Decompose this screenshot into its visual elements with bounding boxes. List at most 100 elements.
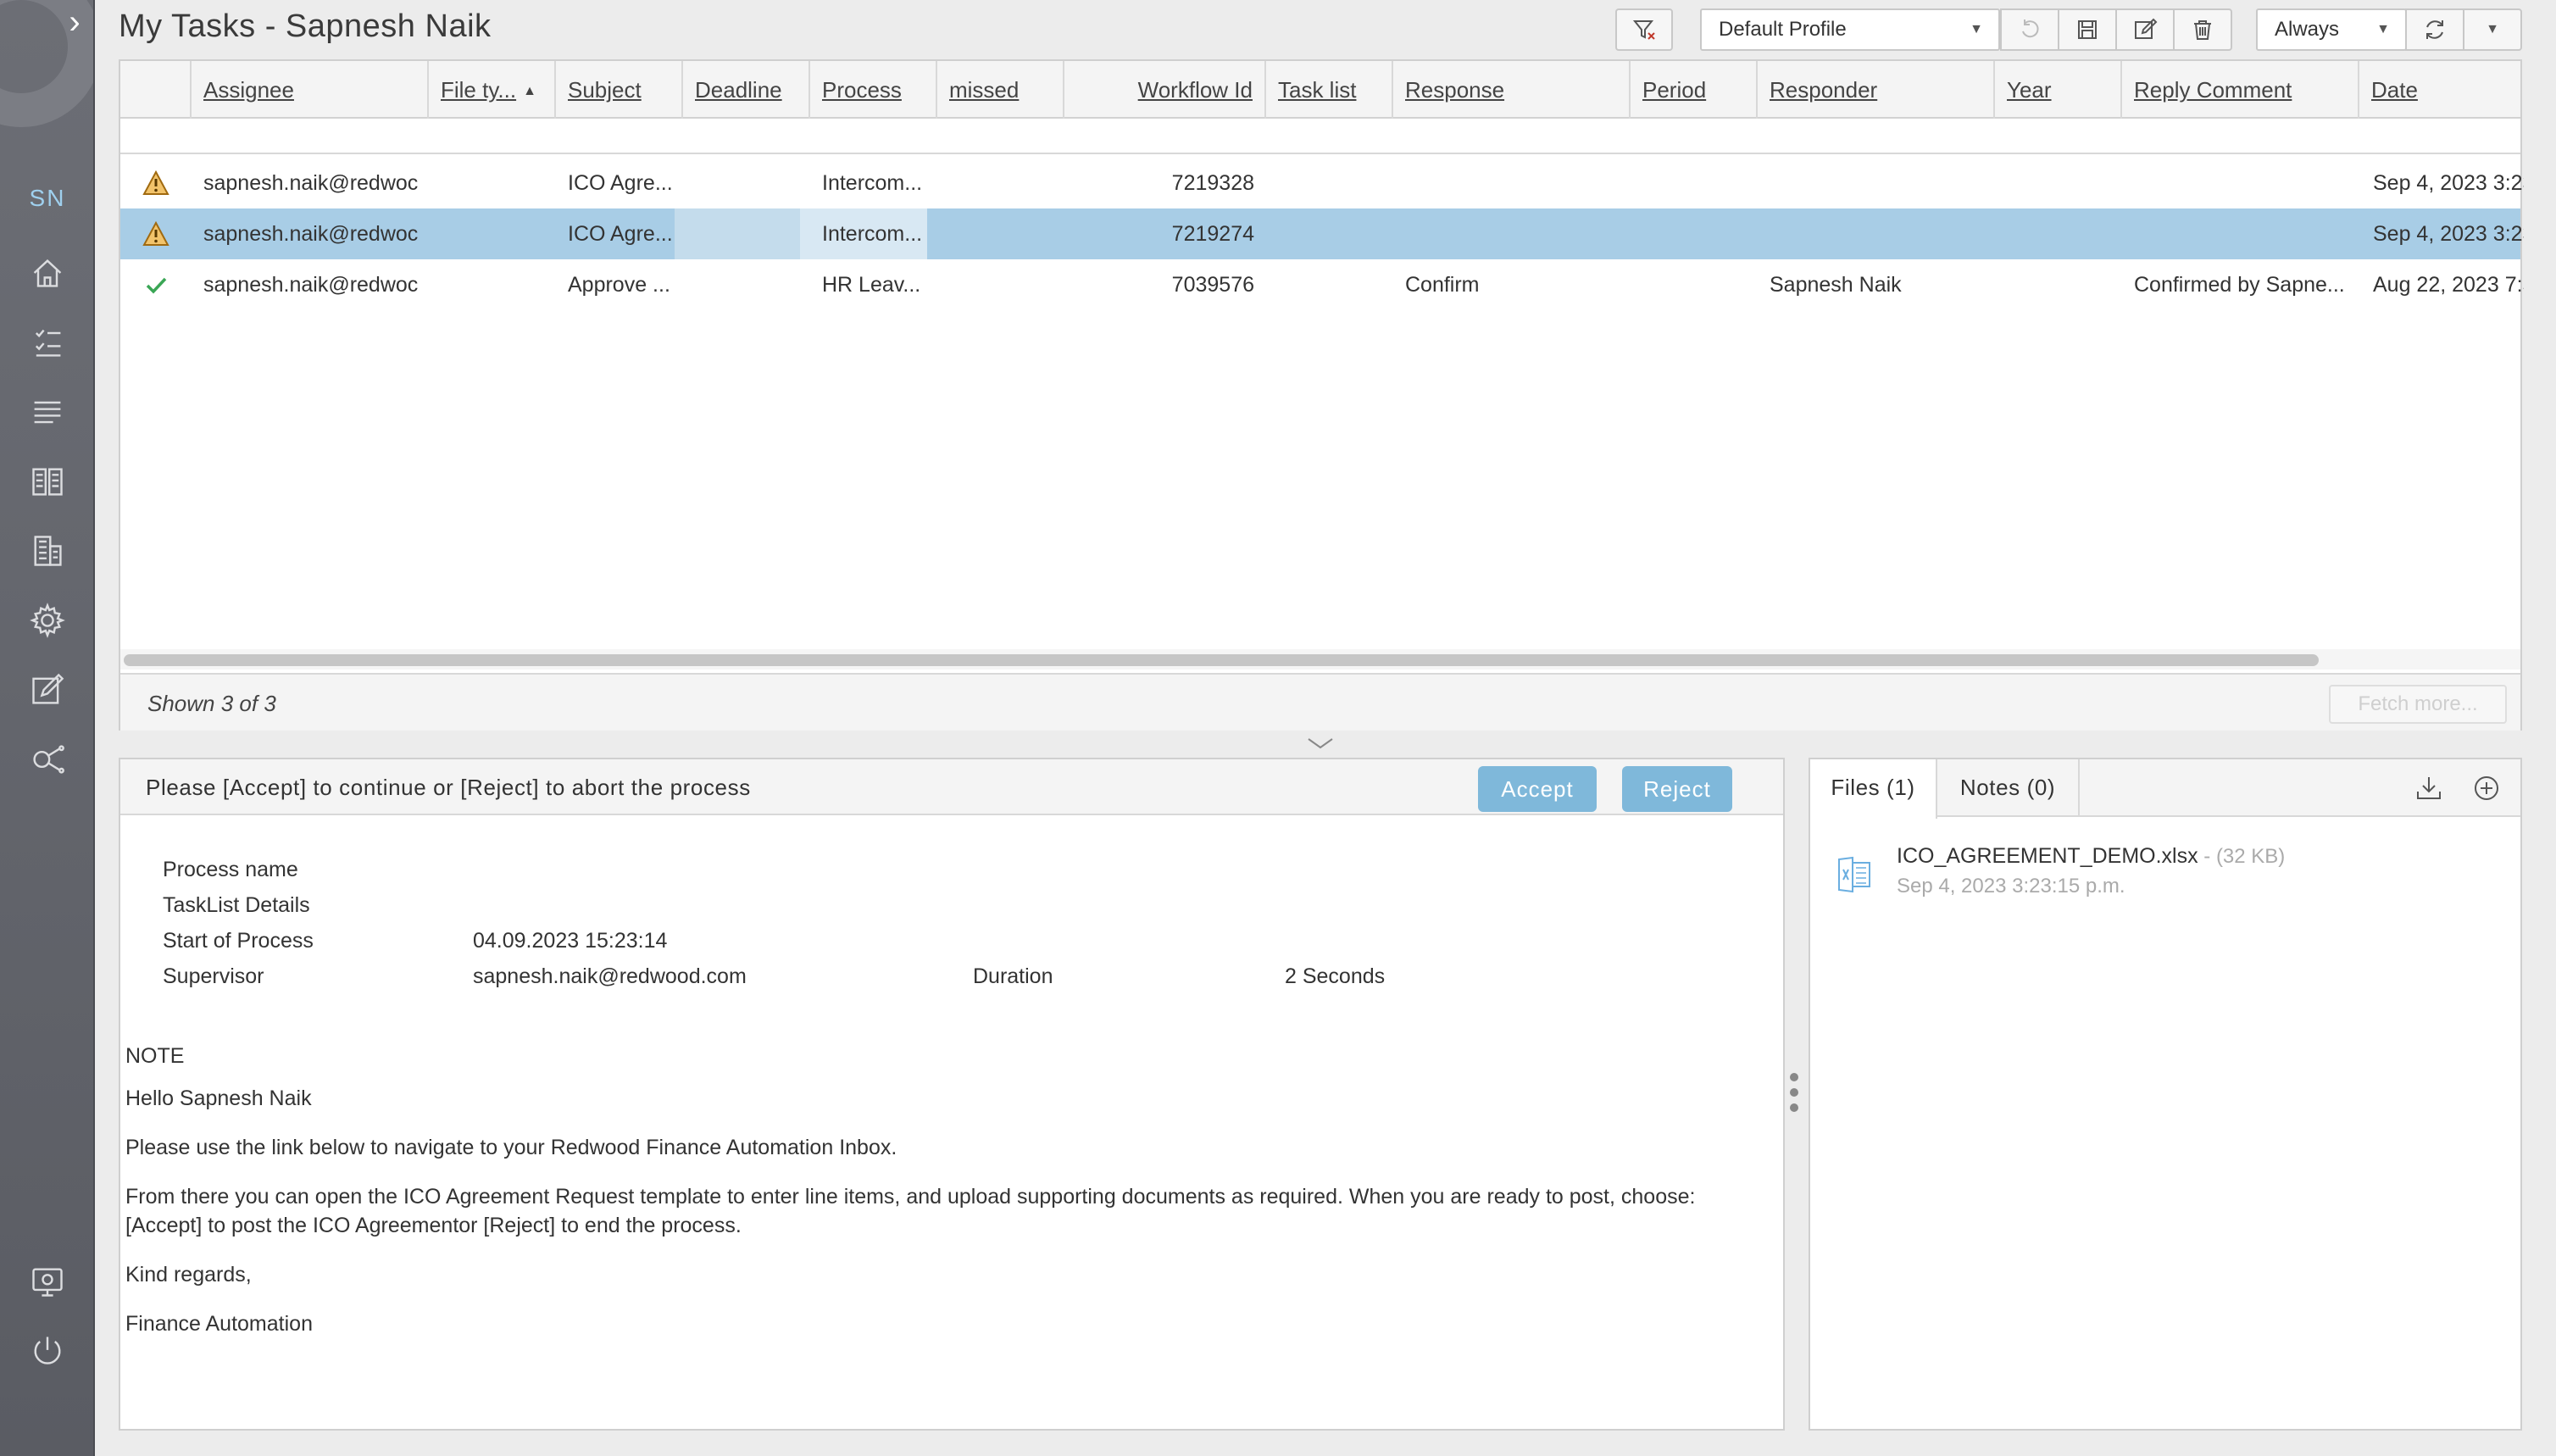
chevron-down-icon: ▼ (1970, 22, 1983, 36)
column-header-reply-comment[interactable]: Reply Comment (2122, 61, 2359, 119)
column-header-missed[interactable]: missed (937, 61, 1064, 119)
logout-power-icon[interactable] (22, 1325, 73, 1376)
note-greeting: Hello Sapnesh Naik (125, 1086, 312, 1110)
cell-subject: ICO Agre... (568, 171, 673, 195)
cell-assignee: sapnesh.naik@redwoc (203, 222, 419, 246)
tab-notes[interactable]: Notes (0) (1937, 759, 2080, 817)
horizontal-scrollbar[interactable] (120, 649, 2520, 670)
home-icon[interactable] (22, 247, 73, 298)
column-header-year[interactable]: Year (1995, 61, 2122, 119)
cell-reply-comment (2134, 208, 2354, 259)
column-header-deadline[interactable]: Deadline (683, 61, 810, 119)
system-settings-icon[interactable] (22, 1256, 73, 1307)
column-header-process[interactable]: Process (810, 61, 937, 119)
cell-reply-comment (2134, 158, 2354, 208)
task-grid: Assignee File ty... ▲ Subject Deadline Pr… (119, 59, 2524, 731)
cell-assignee: sapnesh.naik@redwoc (203, 171, 419, 195)
supervisor-label: Supervisor (163, 964, 264, 988)
column-header-assignee[interactable]: Assignee (192, 61, 429, 119)
column-header-file-type[interactable]: File ty... ▲ (429, 61, 556, 119)
task-detail-panel: Please [Accept] to continue or [Reject] … (119, 758, 1785, 1431)
chevron-down-icon: ▼ (2376, 22, 2390, 36)
collapse-chevron-icon[interactable] (1305, 731, 1336, 756)
tasks-icon[interactable] (22, 317, 73, 368)
start-of-process-label: Start of Process (163, 929, 314, 953)
cell-response: Confirm (1405, 273, 1480, 297)
grid-footer: Shown 3 of 3 Fetch more... (120, 673, 2520, 731)
warning-icon (142, 220, 169, 246)
grid-filter-row[interactable] (120, 120, 2520, 154)
reject-button[interactable]: Reject (1622, 766, 1732, 812)
refresh-button[interactable] (2405, 8, 2464, 51)
note-heading: NOTE (125, 1044, 185, 1068)
sort-ascending-icon: ▲ (523, 84, 536, 98)
cell-subject: Approve ... (568, 273, 670, 297)
column-header-subject[interactable]: Subject (556, 61, 683, 119)
save-button[interactable] (2058, 8, 2117, 51)
undo-icon (2022, 19, 2039, 38)
clear-filter-button[interactable] (1615, 8, 1673, 51)
cell-date: Aug 22, 2023 7:5 (2373, 273, 2524, 297)
delete-profile-button[interactable] (2173, 8, 2232, 51)
save-icon (2078, 20, 2097, 39)
refresh-options-button[interactable]: ▼ (2463, 8, 2522, 51)
action-bar: Please [Accept] to continue or [Reject] … (120, 759, 1783, 815)
edit-form-icon[interactable] (22, 664, 73, 715)
table-row[interactable]: sapnesh.naik@redwoc ICO Agre... Intercom… (120, 158, 2524, 208)
refresh-interval-select[interactable]: Always ▼ (2256, 8, 2407, 51)
scrollbar-thumb[interactable] (124, 654, 2319, 666)
file-list-item[interactable]: ICO_AGREEMENT_DEMO.xlsx - (32 KB) Sep 4,… (1834, 844, 2495, 912)
side-navigation: › SN (0, 0, 95, 1456)
note-regards: Kind regards, (125, 1263, 252, 1287)
cell-response (1405, 158, 1625, 208)
column-header-task-list[interactable]: Task list (1266, 61, 1393, 119)
cell-response (1405, 208, 1625, 259)
settings-gear-icon[interactable] (22, 595, 73, 646)
download-icon[interactable] (2414, 773, 2444, 803)
column-header-date[interactable]: Date (2359, 61, 2529, 119)
accept-button[interactable]: Accept (1478, 766, 1597, 812)
chevron-down-icon: ▼ (2486, 22, 2499, 36)
file-name[interactable]: ICO_AGREEMENT_DEMO.xlsx - (32 KB) (1897, 844, 2285, 869)
workflow-icon[interactable] (22, 734, 73, 785)
cell-responder (1770, 158, 1990, 208)
trash-icon (2194, 20, 2211, 40)
spreadsheet-file-icon (1838, 856, 1870, 893)
file-date: Sep 4, 2023 3:23:15 p.m. (1897, 875, 2125, 897)
cell-process: HR Leav... (822, 273, 921, 297)
add-file-icon[interactable] (2471, 773, 2502, 803)
table-row[interactable]: sapnesh.naik@redwoc Approve ... HR Leav.… (120, 259, 2524, 310)
user-initials[interactable]: SN (0, 185, 95, 219)
grid-header: Assignee File ty... ▲ Subject Deadline Pr… (120, 61, 2520, 119)
cell-assignee: sapnesh.naik@redwoc (203, 273, 419, 297)
reports-icon[interactable] (22, 456, 73, 507)
tasklist-details-label: TaskList Details (163, 893, 310, 917)
expand-nav-icon[interactable]: › (59, 5, 90, 39)
undo-button[interactable] (2000, 8, 2059, 51)
cell-workflow-id: 7039576 (1171, 273, 1254, 297)
table-row-selected[interactable]: sapnesh.naik@redwoc ICO Agre... Intercom… (120, 208, 2524, 259)
list-icon[interactable] (22, 386, 73, 437)
save-as-icon (2135, 18, 2158, 39)
cell-subject: ICO Agre... (568, 222, 673, 246)
panel-resize-handle[interactable] (1788, 1070, 1800, 1120)
column-header-workflow-id[interactable]: Workflow Id (1064, 61, 1266, 119)
duration-value: 2 Seconds (1285, 964, 1386, 988)
fetch-more-button[interactable]: Fetch more... (2329, 685, 2507, 724)
attachments-tabs: Files (1) Notes (0) (1810, 759, 2520, 819)
file-name-text: ICO_AGREEMENT_DEMO.xlsx (1897, 844, 2198, 868)
cell-workflow-id: 7219274 (1171, 222, 1254, 246)
profile-select-value: Default Profile (1719, 18, 1847, 41)
save-as-button[interactable] (2115, 8, 2175, 51)
column-header-period[interactable]: Period (1631, 61, 1758, 119)
profile-select[interactable]: Default Profile ▼ (1700, 8, 2000, 51)
cell-highlight (675, 208, 800, 259)
refresh-interval-value: Always (2275, 18, 2340, 41)
company-icon[interactable] (22, 525, 73, 576)
column-header-responder[interactable]: Responder (1758, 61, 1995, 119)
column-header-response[interactable]: Response (1393, 61, 1631, 119)
action-prompt: Please [Accept] to continue or [Reject] … (146, 775, 751, 800)
tab-files[interactable]: Files (1) (1810, 759, 1937, 819)
file-size: - (32 KB) (2198, 845, 2286, 868)
cell-process: Intercom... (822, 222, 923, 246)
